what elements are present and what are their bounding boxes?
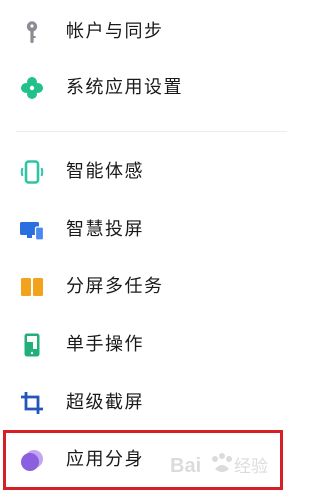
menu-item-label: 智慧投屏 — [66, 219, 144, 240]
menu-item-label: 智能体感 — [66, 161, 144, 182]
menu-item-super-screenshot[interactable]: 超级截屏 — [0, 376, 287, 430]
menu-item-label: 单手操作 — [66, 334, 144, 355]
menu-item-label: 帐户与同步 — [66, 21, 164, 42]
svg-text:经验: 经验 — [234, 457, 268, 477]
menu-item-smart-projection[interactable]: 智慧投屏 — [0, 203, 287, 257]
one-hand-icon — [19, 332, 45, 358]
menu-item-account-sync[interactable]: 帐户与同步 — [0, 5, 287, 59]
menu-item-split-screen[interactable]: 分屏多任务 — [0, 260, 287, 314]
menu-item-smart-motion[interactable]: 智能体感 — [0, 145, 287, 199]
menu-item-label: 分屏多任务 — [66, 276, 164, 297]
menu-item-label: 系统应用设置 — [66, 77, 183, 98]
screen-cast-icon — [19, 217, 45, 243]
clover-icon — [19, 75, 45, 101]
watermark-logo: Bai 经验 — [168, 447, 278, 481]
menu-item-label: 超级截屏 — [66, 392, 144, 413]
split-screen-icon — [19, 274, 45, 300]
section-divider — [16, 131, 287, 132]
key-icon — [19, 19, 45, 45]
svg-text:Bai: Bai — [170, 455, 201, 477]
crop-icon — [19, 390, 45, 416]
phone-outline-icon — [19, 159, 45, 185]
menu-item-system-app-settings[interactable]: 系统应用设置 — [0, 61, 287, 115]
menu-item-one-hand-mode[interactable]: 单手操作 — [0, 318, 287, 372]
